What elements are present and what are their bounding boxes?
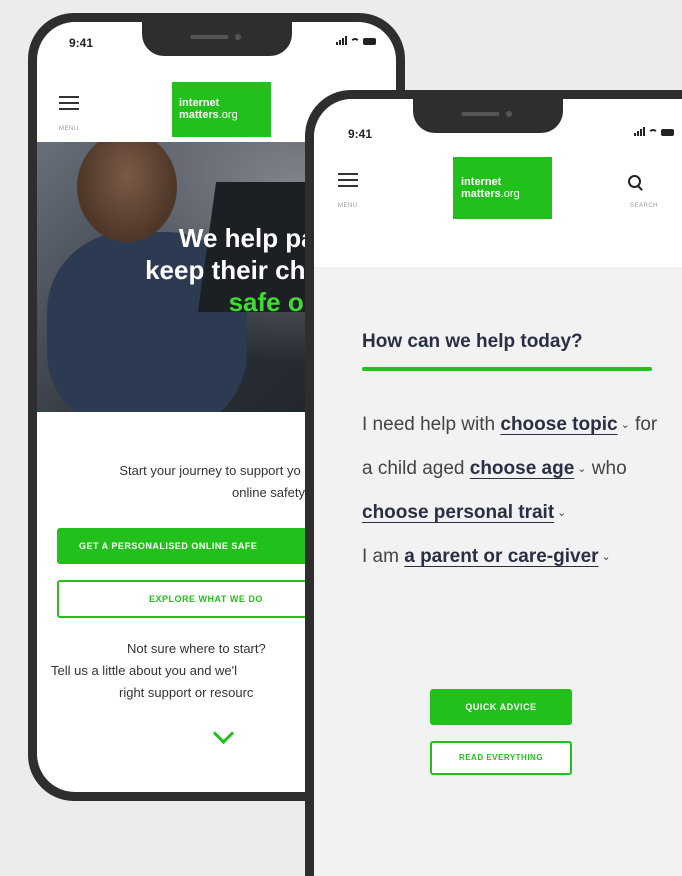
front-phone-screen: 9:41 MENU internet matters.org SEARCH Ho…	[314, 99, 682, 876]
role-dropdown[interactable]: a parent or care-giver	[404, 546, 598, 567]
trait-dropdown[interactable]: choose personal trait	[362, 502, 554, 523]
wifi-icon	[648, 129, 658, 136]
read-everything-button[interactable]: READ EVERYTHING	[430, 741, 572, 775]
status-icons	[336, 36, 376, 45]
chevron-down-icon[interactable]: ⌄	[602, 551, 611, 563]
status-time: 9:41	[69, 36, 94, 50]
help-title: How can we help today?	[362, 331, 583, 352]
chevron-down-icon[interactable]: ⌄	[577, 463, 586, 475]
signal-icon	[634, 127, 645, 136]
internet-matters-logo[interactable]: internet matters.org	[172, 82, 271, 137]
hamburger-icon	[338, 173, 358, 175]
battery-icon	[661, 129, 674, 136]
age-dropdown[interactable]: choose age	[470, 458, 575, 479]
front-phone-frame: 9:41 MENU internet matters.org SEARCH Ho…	[305, 90, 682, 876]
logo-line-2: matters	[461, 187, 501, 200]
chevron-down-icon[interactable]	[212, 722, 235, 745]
quick-advice-button[interactable]: QUICK ADVICE	[430, 689, 572, 725]
battery-icon	[363, 38, 376, 45]
logo-line-2: matters	[179, 108, 219, 121]
hamburger-icon	[59, 96, 79, 98]
help-panel: How can we help today? I need help with …	[314, 267, 682, 876]
search-icon[interactable]	[628, 175, 641, 188]
topic-dropdown[interactable]: choose topic	[500, 414, 617, 435]
logo-suffix: .org	[218, 108, 238, 121]
internet-matters-logo[interactable]: internet matters.org	[453, 157, 552, 219]
logo-suffix: .org	[500, 187, 520, 200]
chevron-down-icon[interactable]: ⌄	[621, 419, 630, 431]
menu-button[interactable]	[338, 173, 358, 191]
front-header: 9:41 MENU internet matters.org SEARCH	[314, 99, 682, 267]
phone-notch	[141, 22, 292, 56]
help-sentence: I need help with choose topic ⌄ for a chi…	[362, 414, 658, 567]
status-time: 9:41	[348, 127, 373, 141]
wifi-icon	[350, 38, 360, 45]
menu-label: MENU	[338, 203, 358, 209]
menu-label: MENU	[59, 126, 79, 132]
status-icons	[634, 127, 674, 136]
menu-button[interactable]	[59, 96, 79, 114]
title-underline	[362, 367, 652, 371]
search-label: SEARCH	[630, 203, 659, 209]
signal-icon	[336, 36, 347, 45]
chevron-down-icon[interactable]: ⌄	[557, 507, 566, 519]
phone-notch	[413, 99, 563, 133]
